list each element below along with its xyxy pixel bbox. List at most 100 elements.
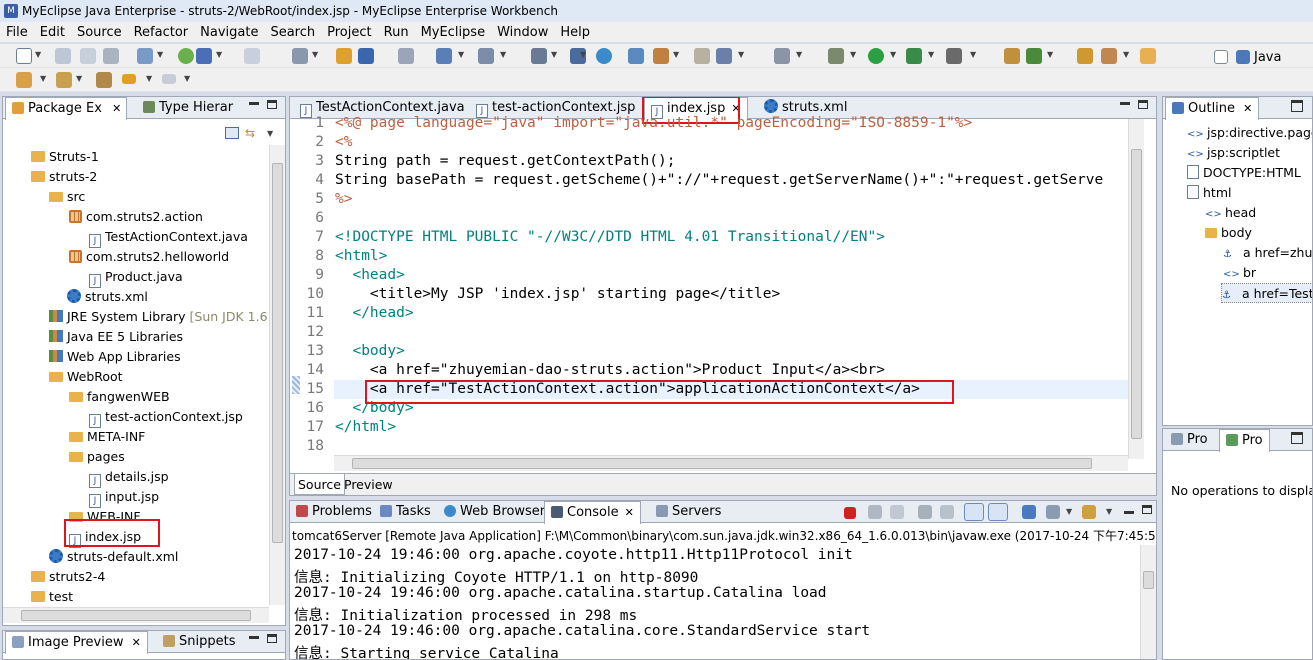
scroll-thumb[interactable] <box>352 458 1092 469</box>
forward-icon[interactable] <box>162 74 176 84</box>
close-icon[interactable]: ✕ <box>112 102 121 115</box>
outline-item-html[interactable]: html <box>1187 183 1231 203</box>
chevron-down-icon[interactable]: ▼ <box>1106 507 1112 516</box>
display-console-icon[interactable] <box>1046 505 1060 519</box>
external-tools-icon[interactable] <box>946 48 962 64</box>
menu-myeclipse[interactable]: MyEclipse <box>415 25 492 40</box>
tab-preview[interactable]: Preview <box>341 474 396 495</box>
tree-item-package-helloworld[interactable]: com.struts2.helloworld <box>69 247 229 267</box>
annotation-icon[interactable] <box>1140 48 1156 64</box>
debug-icon[interactable] <box>828 48 844 64</box>
tab-outline[interactable]: Outline ✕ <box>1165 97 1260 120</box>
chevron-down-icon[interactable]: ▼ <box>157 50 163 59</box>
chevron-down-icon[interactable]: ▼ <box>890 50 896 59</box>
terminate-icon[interactable] <box>844 507 856 519</box>
lock-icon[interactable] <box>398 48 414 64</box>
maximize-icon[interactable] <box>1291 100 1303 112</box>
minimize-icon[interactable] <box>249 636 259 639</box>
menu-help[interactable]: Help <box>554 25 596 40</box>
maximize-icon[interactable] <box>267 100 277 109</box>
close-icon[interactable]: ✕ <box>625 506 634 519</box>
minimize-icon[interactable] <box>249 102 259 105</box>
collapse-all-icon[interactable] <box>225 127 239 139</box>
minimize-icon[interactable] <box>1124 511 1134 514</box>
tab-source[interactable]: Source <box>294 474 345 495</box>
wizard-icon[interactable] <box>436 48 452 64</box>
chevron-down-icon[interactable]: ▼ <box>673 50 679 59</box>
report-icon[interactable] <box>694 48 710 64</box>
chevron-down-icon[interactable]: ▼ <box>970 50 976 59</box>
run-icon[interactable] <box>868 48 884 64</box>
chevron-down-icon[interactable]: ▼ <box>184 74 190 83</box>
tree-item-webroot[interactable]: WebRoot <box>49 367 123 387</box>
menu-file[interactable]: File <box>0 25 34 40</box>
browser-icon[interactable] <box>628 48 644 64</box>
chevron-down-icon[interactable]: ▼ <box>580 50 586 59</box>
tree-item-test[interactable]: test <box>31 587 73 607</box>
globe-icon[interactable] <box>596 48 612 64</box>
web-icon[interactable] <box>716 48 732 64</box>
open-type-icon[interactable] <box>1077 48 1093 64</box>
clear-console-icon[interactable] <box>918 505 932 519</box>
tree-item-testactioncontext-java[interactable]: J TestActionContext.java <box>89 227 248 248</box>
tab-type-hierarchy[interactable]: Type Hierar <box>137 97 239 119</box>
tree-item-javaee-libraries[interactable]: Java EE 5 Libraries <box>49 327 183 347</box>
chevron-down-icon[interactable]: ▼ <box>1047 50 1053 59</box>
menu-navigate[interactable]: Navigate <box>194 25 264 40</box>
new-java-project-icon[interactable] <box>1004 48 1020 64</box>
package-icon[interactable] <box>336 48 352 64</box>
tree-item-struts-xml[interactable]: struts.xml <box>67 287 148 307</box>
tree-item-test-actioncontext-jsp[interactable]: Jtest-actionContext.jsp <box>89 407 243 428</box>
chevron-down-icon[interactable]: ▼ <box>76 74 82 83</box>
outline-item-br[interactable]: <> br <box>1223 263 1256 283</box>
outline-item-a-zhuy[interactable]: ⚓ a href=zhuy <box>1223 243 1312 263</box>
tree-item-input-jsp[interactable]: Jinput.jsp <box>89 487 159 508</box>
tab-console[interactable]: Console ✕ <box>544 501 641 524</box>
tool-icon[interactable] <box>653 48 669 64</box>
open-console-icon[interactable] <box>1082 505 1096 519</box>
chevron-down-icon[interactable]: ▼ <box>738 50 744 59</box>
tree-item-webapp-libraries[interactable]: Web App Libraries <box>49 347 181 367</box>
new-package-icon[interactable] <box>1026 48 1042 64</box>
web-project-icon[interactable] <box>137 48 153 64</box>
tree-item-product-java[interactable]: J Product.java <box>89 267 183 288</box>
tree-item-struts-1[interactable]: Struts-1 <box>31 147 99 167</box>
tab-package-explorer[interactable]: Package Ex ✕ <box>5 97 127 120</box>
chevron-down-icon[interactable]: ▼ <box>796 50 802 59</box>
link-editor-icon[interactable]: ⇆ <box>245 127 261 139</box>
new-class-icon[interactable] <box>292 48 308 64</box>
maximize-icon[interactable] <box>1138 100 1148 109</box>
tab-image-preview[interactable]: Image Preview ✕ <box>5 631 148 654</box>
tree-item-src[interactable]: src <box>49 187 85 207</box>
server-icon[interactable] <box>196 48 212 64</box>
tab-properties-1[interactable]: Pro <box>1165 429 1214 451</box>
show-stdout-icon[interactable] <box>964 503 984 521</box>
chevron-down-icon[interactable]: ▼ <box>216 50 222 59</box>
package-explorer-vscroll[interactable] <box>269 145 285 605</box>
outline-item-doctype[interactable]: DOCTYPE:HTML <box>1187 163 1301 183</box>
chevron-down-icon[interactable]: ▼ <box>1066 507 1072 516</box>
editor-hscroll[interactable] <box>334 455 1128 471</box>
chevron-down-icon[interactable]: ▼ <box>146 74 152 83</box>
menu-search[interactable]: Search <box>264 25 321 40</box>
scroll-thumb[interactable] <box>1131 149 1142 439</box>
tree-item-struts2-4[interactable]: struts2-4 <box>31 567 105 587</box>
scroll-thumb[interactable] <box>21 610 251 621</box>
run-external-icon[interactable] <box>906 48 922 64</box>
remove-launch-icon[interactable] <box>868 505 882 519</box>
open-perspective-icon[interactable] <box>244 48 260 64</box>
camera-icon[interactable] <box>774 48 790 64</box>
scroll-thumb[interactable] <box>272 163 283 543</box>
close-icon[interactable]: ✕ <box>132 636 141 649</box>
previous-annotation-icon[interactable] <box>56 72 72 88</box>
deploy-icon[interactable] <box>178 48 194 64</box>
minimize-icon[interactable] <box>1120 102 1130 105</box>
chevron-down-icon[interactable]: ▼ <box>312 50 318 59</box>
menu-run[interactable]: Run <box>378 25 415 40</box>
close-icon[interactable]: ✕ <box>1243 102 1252 115</box>
scroll-lock-icon[interactable] <box>940 505 954 519</box>
tree-item-package-action[interactable]: com.struts2.action <box>69 207 203 227</box>
hierarchy-icon[interactable] <box>531 48 547 64</box>
chevron-down-icon[interactable]: ▼ <box>40 74 46 83</box>
search-icon[interactable] <box>478 48 494 64</box>
